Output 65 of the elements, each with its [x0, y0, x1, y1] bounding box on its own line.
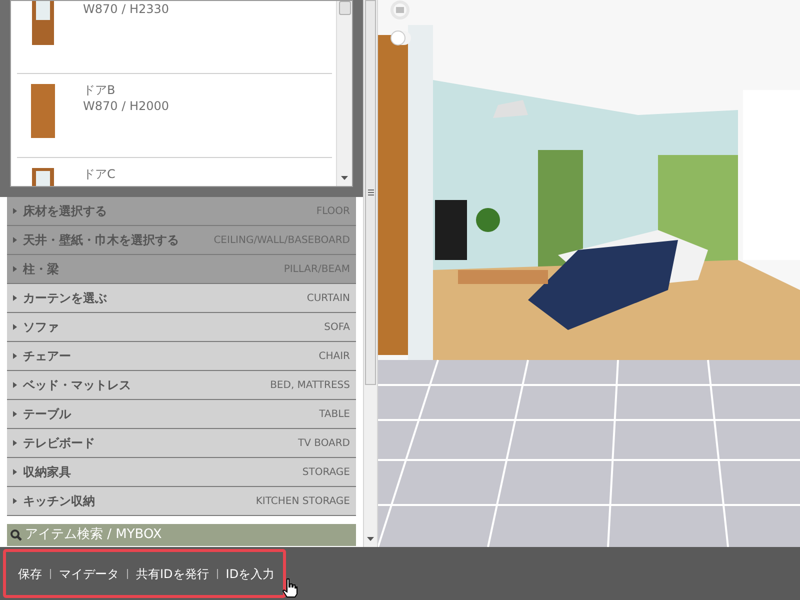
category-label: テレビボード — [23, 435, 95, 452]
category-code: STORAGE — [302, 466, 350, 480]
category-code: SOFA — [324, 320, 350, 334]
category-label: チェアー — [23, 348, 71, 365]
footer-link[interactable]: マイデータ — [59, 564, 119, 582]
category-row[interactable]: カーテンを選ぶ CURTAIN — [7, 284, 356, 313]
category-label: キッチン収納 — [23, 493, 95, 510]
category-label: カーテンを選ぶ — [23, 290, 107, 307]
item-dimensions: W870 / H2000 — [83, 98, 170, 114]
door-item[interactable]: ドアB W870 / H2000 — [17, 73, 332, 157]
category-code: FLOOR — [316, 204, 350, 218]
category-label: 収納家具 — [23, 464, 71, 481]
category-row[interactable]: 床材を選択する FLOOR — [7, 197, 356, 226]
category-label: ソファ — [23, 319, 59, 336]
category-row[interactable]: テーブル TABLE — [7, 400, 356, 429]
door-item[interactable]: W870 / H2330 — [17, 1, 332, 73]
search-icon — [10, 529, 22, 541]
scrollbar-thumb[interactable] — [338, 1, 350, 15]
footer-link[interactable]: 保存 — [18, 564, 42, 582]
door-thumbnail-icon — [32, 1, 54, 45]
triangle-icon — [13, 237, 17, 243]
category-label: 床材を選択する — [23, 203, 107, 220]
triangle-icon — [13, 353, 17, 359]
category-row[interactable]: キッチン収納 KITCHEN STORAGE — [7, 487, 356, 516]
category-row[interactable]: 天井・壁紙・巾木を選択する CEILING/WALL/BASEBOARD — [7, 226, 356, 255]
scroll-down-icon[interactable] — [341, 176, 348, 180]
footer-link[interactable]: IDを入力 — [226, 564, 275, 582]
category-code: BED, MATTRESS — [270, 378, 350, 392]
category-code: TABLE — [319, 408, 350, 422]
category-code: TV BOARD — [298, 436, 350, 450]
footer-link[interactable]: 共有IDを発行 — [136, 564, 209, 582]
category-code: PILLAR/BEAM — [284, 262, 350, 276]
category-row[interactable]: ベッド・マットレス BED, MATTRESS — [7, 371, 356, 400]
category-label: ベッド・マットレス — [23, 377, 131, 394]
item-name: ドアB — [83, 82, 116, 98]
category-row[interactable]: 収納家具 STORAGE — [7, 458, 356, 487]
category-row[interactable]: チェアー CHAIR — [7, 342, 356, 371]
category-label: テーブル — [23, 406, 71, 423]
hand-cursor-icon — [282, 578, 298, 598]
door-thumbnail-icon — [31, 84, 55, 138]
panel-scrollbar[interactable] — [363, 0, 378, 547]
triangle-icon — [13, 208, 17, 214]
category-code: CEILING/WALL/BASEBOARD — [214, 234, 350, 248]
category-code: CHAIR — [318, 350, 350, 364]
item-dimensions: W870 / H2330 — [83, 1, 170, 17]
triangle-icon — [13, 295, 17, 301]
category-code: CURTAIN — [306, 292, 350, 306]
triangle-icon — [13, 440, 17, 446]
category-row[interactable]: テレビボード TV BOARD — [7, 429, 356, 458]
category-label: 天井・壁紙・巾木を選択する — [23, 232, 179, 249]
triangle-icon — [13, 469, 17, 475]
category-row[interactable]: 柱・梁 PILLAR/BEAM — [7, 255, 356, 284]
scrollbar[interactable] — [336, 1, 352, 186]
triangle-icon — [13, 411, 17, 417]
search-bar[interactable]: アイテム検索 / MYBOX — [7, 524, 356, 546]
triangle-icon — [13, 498, 17, 504]
grip-icon — [368, 189, 374, 196]
scroll-down-icon[interactable] — [367, 537, 374, 541]
triangle-icon — [13, 324, 17, 330]
triangle-icon — [13, 266, 17, 272]
category-code: KITCHEN STORAGE — [256, 494, 350, 508]
item-name: ドアC — [83, 166, 116, 182]
category-label: 柱・梁 — [23, 261, 59, 278]
triangle-icon — [13, 382, 17, 388]
category-row[interactable]: ソファ SOFA — [7, 313, 356, 342]
